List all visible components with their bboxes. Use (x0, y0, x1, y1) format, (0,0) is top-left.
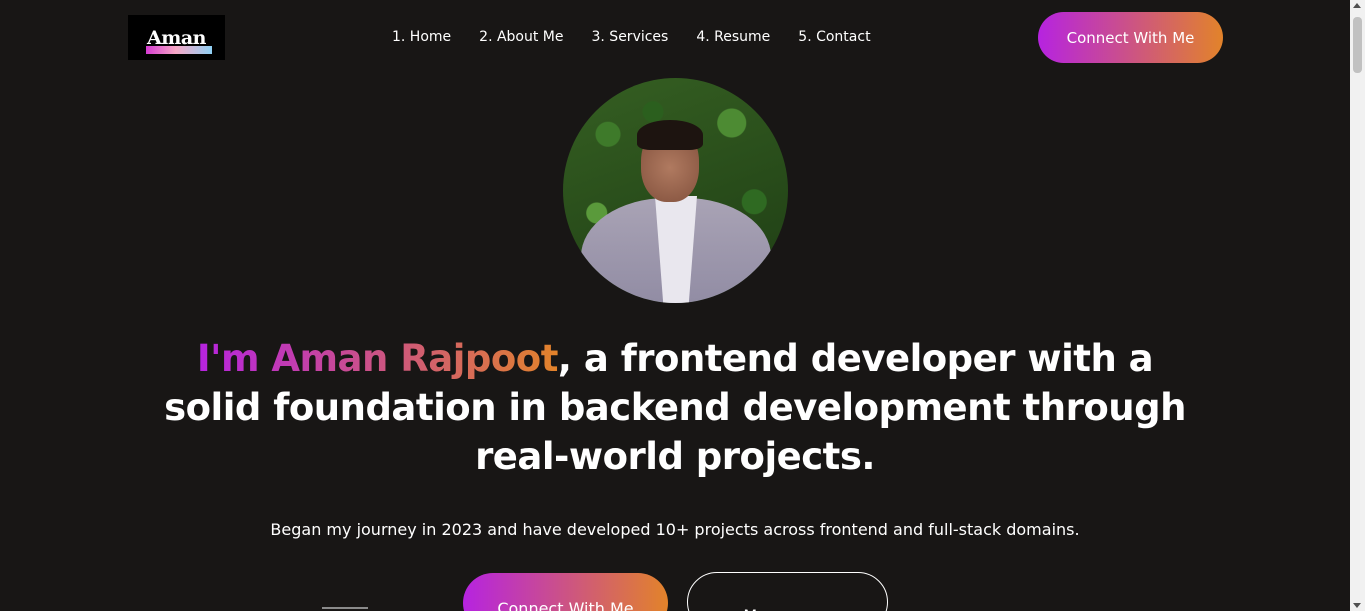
hero-headline: I'm Aman Rajpoot, a frontend developer w… (150, 334, 1200, 481)
nav-item-home[interactable]: 1. Home (392, 29, 451, 45)
hero-subtitle: Began my journey in 2023 and have develo… (270, 520, 1080, 539)
hero-name: I'm Aman Rajpoot (196, 337, 559, 380)
resume-button[interactable]: My resume (687, 572, 888, 611)
divider (322, 607, 368, 609)
nav-item-services[interactable]: 3. Services (592, 29, 669, 45)
profile-photo (563, 78, 788, 303)
nav-item-contact[interactable]: 5. Contact (798, 29, 870, 45)
logo-text: Aman (147, 26, 206, 49)
connect-button-header[interactable]: Connect With Me (1038, 12, 1223, 63)
nav-item-about[interactable]: 2. About Me (479, 29, 563, 45)
scroll-thumb[interactable] (1353, 17, 1362, 73)
logo[interactable]: Aman (128, 15, 225, 60)
nav-item-resume[interactable]: 4. Resume (696, 29, 770, 45)
scroll-down-arrow-icon[interactable] (1353, 603, 1361, 608)
scroll-up-arrow-icon[interactable] (1353, 3, 1361, 8)
page-scrollbar[interactable] (1350, 0, 1365, 611)
main-nav: 1. Home 2. About Me 3. Services 4. Resum… (392, 29, 871, 45)
profile-photo-hair (637, 120, 703, 150)
connect-button-hero[interactable]: Connect With Me (463, 573, 668, 611)
